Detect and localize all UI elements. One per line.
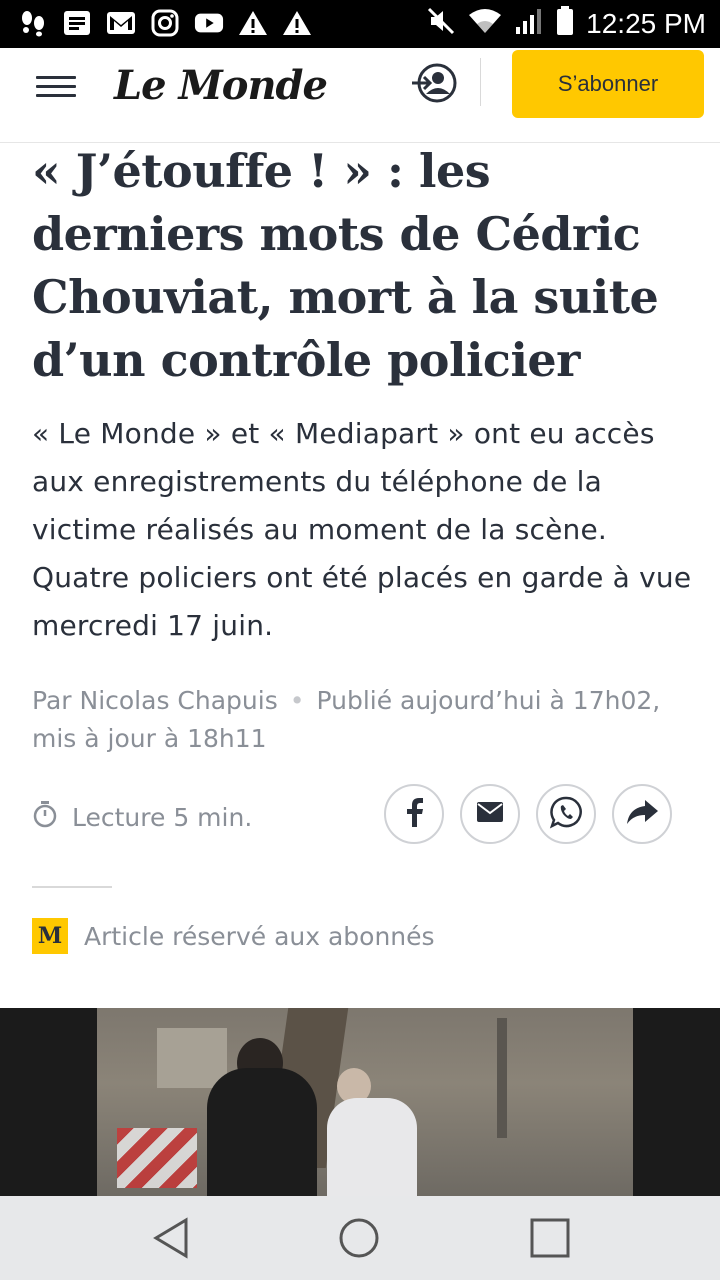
hamburger-menu-icon[interactable] (36, 70, 76, 100)
battery-icon (556, 6, 574, 41)
premium-label: Article réservé aux abonnés (84, 921, 435, 951)
author-link[interactable]: Par Nicolas Chapuis (32, 686, 278, 715)
subscriber-badge-icon: M (32, 918, 68, 954)
signal-icon (514, 7, 544, 40)
email-icon (476, 801, 504, 828)
reading-time-label: Lecture 5 min. (72, 802, 253, 832)
whatsapp-icon (549, 795, 583, 834)
section-divider (32, 886, 112, 888)
instagram-icon (150, 8, 180, 38)
system-navigation-bar (0, 1196, 720, 1280)
warning-icon (238, 8, 268, 38)
email-share-button[interactable] (460, 784, 520, 844)
warning-icon (282, 8, 312, 38)
app-header: Le Monde S’abonner (0, 48, 720, 143)
gmail-icon (106, 8, 136, 38)
message-icon (62, 8, 92, 38)
back-triangle-icon[interactable] (146, 1214, 194, 1262)
header-separator (480, 58, 481, 106)
mute-icon (426, 6, 456, 41)
recents-square-icon[interactable] (526, 1214, 574, 1262)
clock: 12:25 PM (586, 7, 706, 39)
subscribe-button[interactable]: S’abonner (512, 50, 704, 118)
article-title: « J’étouffe ! » : les derniers mots de C… (32, 144, 659, 387)
meta-separator: • (289, 686, 305, 715)
notification-icons (18, 8, 312, 38)
article-meta: Par Nicolas Chapuis • Publié aujourd’hui à… (32, 682, 702, 758)
login-icon[interactable] (410, 60, 460, 106)
whatsapp-share-button[interactable] (536, 784, 596, 844)
article-video[interactable] (0, 1008, 720, 1196)
share-button[interactable] (612, 784, 672, 844)
share-icon (625, 798, 659, 831)
shoe-prints-icon (18, 8, 48, 38)
video-frame (97, 1008, 633, 1196)
wifi-icon (468, 7, 502, 40)
share-buttons (384, 784, 672, 844)
facebook-share-button[interactable] (384, 784, 444, 844)
home-circle-icon[interactable] (335, 1214, 383, 1262)
system-status: 12:25 PM (426, 6, 706, 41)
youtube-icon (194, 8, 224, 38)
premium-notice: M Article réservé aux abonnés (32, 918, 435, 954)
article-lead: « Le Monde » et « Mediapart » ont eu acc… (32, 417, 692, 642)
status-bar: 12:25 PM (0, 0, 720, 48)
facebook-icon (404, 797, 424, 832)
timer-icon (32, 800, 58, 834)
le-monde-logo[interactable]: Le Monde (114, 62, 328, 109)
reading-time: Lecture 5 min. (32, 800, 252, 834)
